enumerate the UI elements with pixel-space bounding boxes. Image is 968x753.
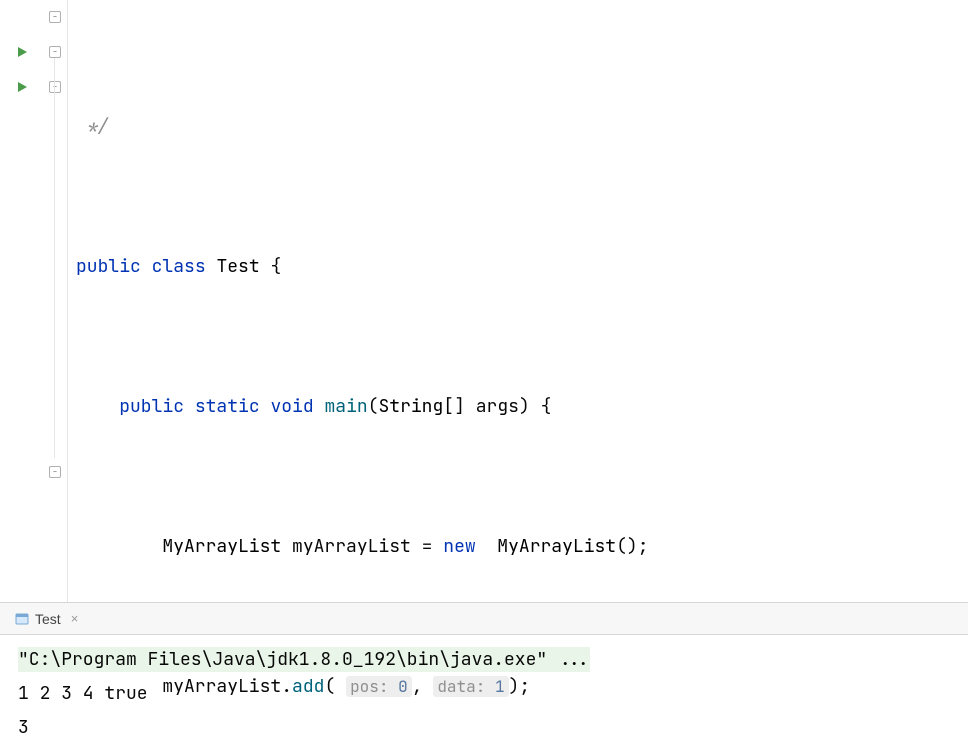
run-class-icon[interactable] (14, 44, 30, 60)
editor-gutter (0, 0, 44, 602)
fold-end-icon[interactable]: − (49, 466, 61, 478)
editor[interactable]: − − − − */ public class Test { public st… (0, 0, 968, 603)
run-main-icon[interactable] (14, 79, 30, 95)
param-hint: pos: 0 (346, 676, 412, 697)
code-line: public class Test { (76, 249, 968, 284)
ide-window: − − − − */ public class Test { public st… (0, 0, 968, 753)
code-line: */ (76, 109, 968, 144)
fold-gutter: − − − − (44, 0, 68, 602)
code-line: MyArrayList myArrayList = new MyArrayLis… (76, 529, 968, 564)
fold-guide (54, 58, 55, 458)
run-tab-label: Test (35, 611, 61, 627)
param-hint: data: 1 (433, 676, 508, 697)
fold-toggle-icon[interactable]: − (49, 46, 61, 58)
fold-toggle-icon[interactable]: − (49, 81, 61, 93)
fold-toggle-icon[interactable]: − (49, 11, 61, 23)
run-config-icon (15, 612, 29, 626)
code-line: public static void main(String[] args) { (76, 389, 968, 424)
code-line: myArrayList.add( pos: 0, data: 1); (76, 669, 968, 704)
code-area[interactable]: */ public class Test { public static voi… (68, 0, 968, 602)
